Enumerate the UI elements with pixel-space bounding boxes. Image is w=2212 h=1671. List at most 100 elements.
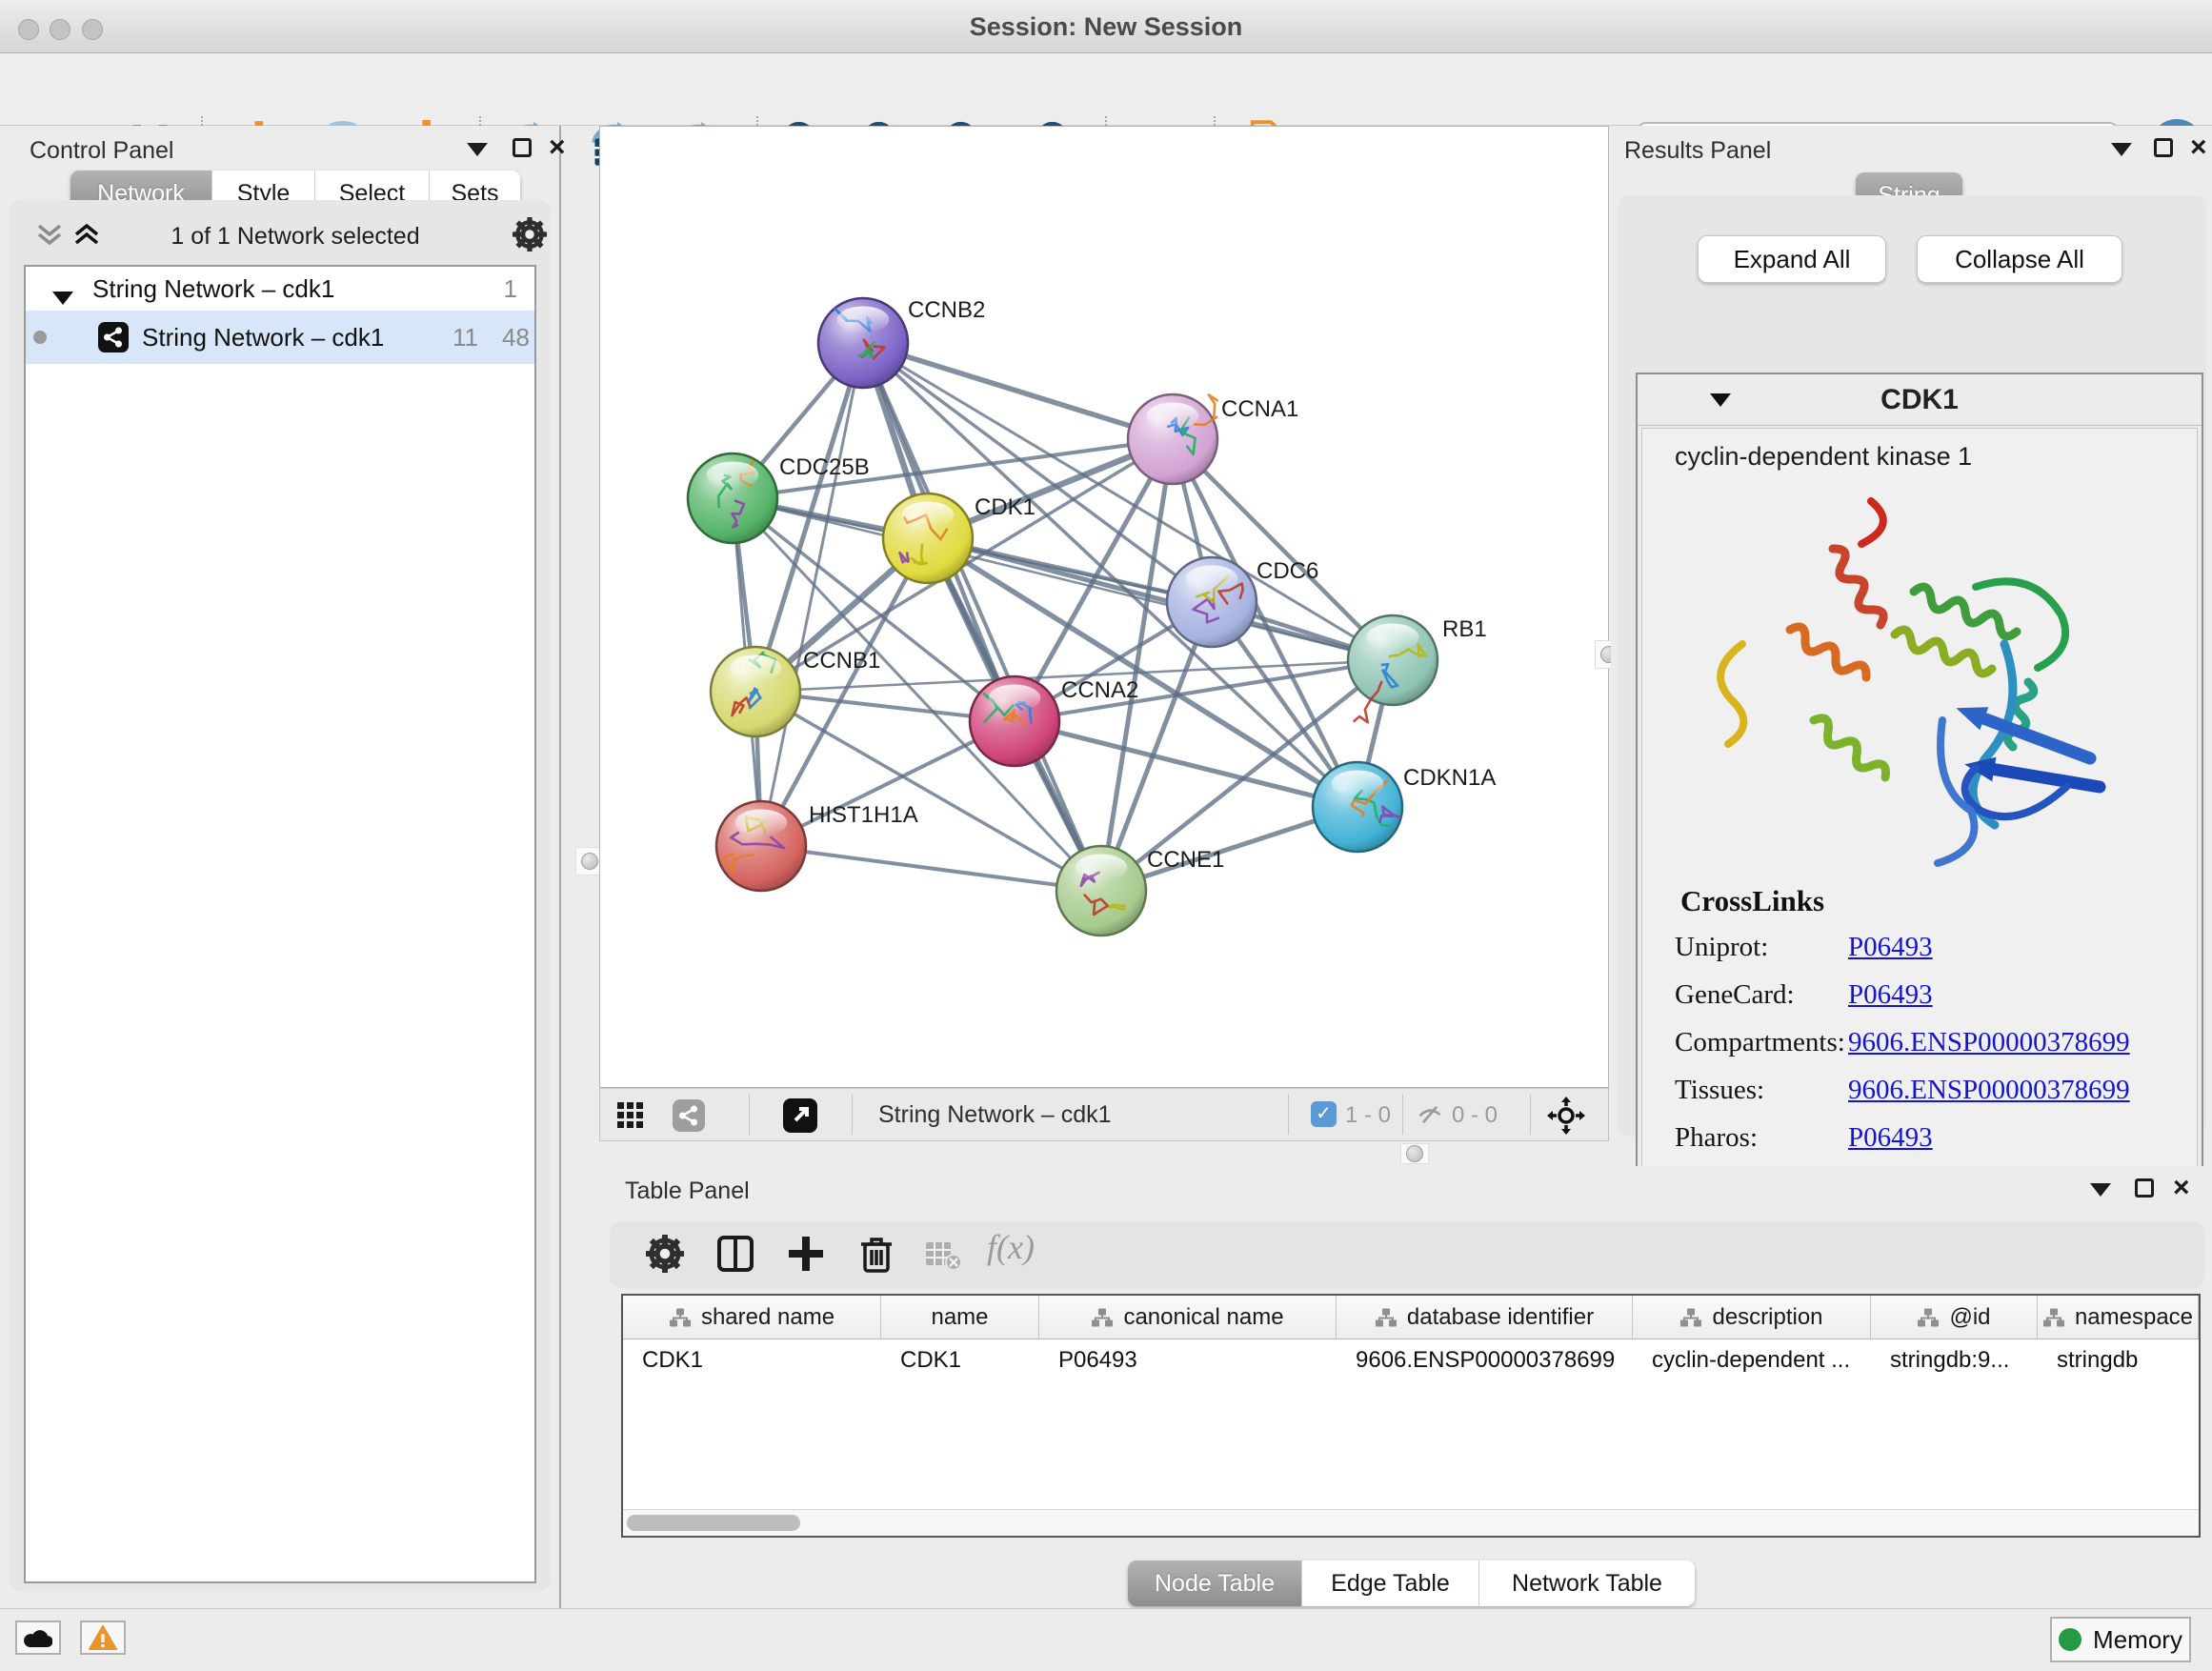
column-header-shared-name[interactable]: shared name bbox=[623, 1296, 881, 1339]
column-header-canonical-name[interactable]: canonical name bbox=[1039, 1296, 1337, 1339]
selected-nodes-checkbox-icon[interactable]: ✓ bbox=[1311, 1101, 1337, 1127]
tab-node-table[interactable]: Node Table bbox=[1128, 1560, 1302, 1606]
node-label-CDK1: CDK1 bbox=[975, 494, 1036, 520]
table-toolbar: f(x) bbox=[610, 1221, 2204, 1288]
crosslink-label: Uniprot: bbox=[1675, 932, 1768, 963]
column-header-namespace[interactable]: namespace bbox=[2038, 1296, 2199, 1339]
expand-all-chevron-icon[interactable] bbox=[72, 223, 101, 248]
network-view[interactable]: CCNB2CCNA1CDC25BCDK1CDC6RB1CCNB1CCNA2CDK… bbox=[599, 126, 1609, 1088]
gene-details-card: CDK1 cyclin-dependent kinase 1 CrossLink… bbox=[1636, 372, 2203, 1194]
column-header--id[interactable]: @id bbox=[1871, 1296, 2038, 1339]
delete-column-trash-icon[interactable] bbox=[857, 1235, 895, 1273]
collapse-all-chevron-icon[interactable] bbox=[35, 223, 64, 248]
edge-CCNB2-HIST1H1A[interactable] bbox=[761, 343, 863, 846]
table-cell-canonical-name[interactable]: P06493 bbox=[1039, 1339, 1337, 1381]
network-selected-header: 1 of 1 Network selected bbox=[114, 223, 476, 251]
add-column-icon[interactable] bbox=[787, 1235, 825, 1273]
collapse-all-button[interactable]: Collapse All bbox=[1917, 235, 2122, 283]
column-header-description[interactable]: description bbox=[1633, 1296, 1871, 1339]
protein-structure-image bbox=[1690, 482, 2138, 873]
edge-CCNB2-CCNA1[interactable] bbox=[863, 343, 1173, 439]
status-bar: Memory bbox=[0, 1608, 2212, 1671]
table-options-gear-icon[interactable] bbox=[646, 1235, 684, 1273]
warning-status-button[interactable] bbox=[80, 1621, 126, 1655]
control-panel-float-button[interactable] bbox=[467, 143, 488, 161]
cloud-icon bbox=[24, 1627, 52, 1648]
network-collection-row[interactable]: String Network – cdk1 1 bbox=[26, 267, 534, 311]
expand-all-button[interactable]: Expand All bbox=[1698, 235, 1886, 283]
node-label-CDC25B: CDC25B bbox=[779, 454, 870, 480]
results-panel-float-button[interactable] bbox=[2111, 143, 2132, 161]
crosslink-link-pharos-[interactable]: P06493 bbox=[1848, 1122, 1933, 1154]
column-type-icon bbox=[669, 1307, 692, 1328]
window-title: Session: New Session bbox=[0, 0, 2212, 53]
column-header-database-identifier[interactable]: database identifier bbox=[1337, 1296, 1633, 1339]
crosslink-label: Tissues: bbox=[1675, 1075, 1764, 1106]
table-cell--id[interactable]: stringdb:9... bbox=[1871, 1339, 2038, 1381]
results-panel: Results Panel × String Expand All Collap… bbox=[1611, 126, 2212, 1166]
edge-HIST1H1A-CCNE1[interactable] bbox=[761, 846, 1101, 891]
table-cell-description[interactable]: cyclin-dependent ... bbox=[1633, 1339, 1871, 1381]
hidden-items-eye-slash-icon[interactable] bbox=[1416, 1101, 1444, 1128]
table-cell-name[interactable]: CDK1 bbox=[881, 1339, 1039, 1381]
network-options-gear-icon[interactable] bbox=[513, 217, 547, 252]
crosslink-row-compartments-: Compartments:9606.ENSP00000378699 bbox=[1642, 1027, 2199, 1075]
crosslink-link-uniprot-[interactable]: P06493 bbox=[1848, 932, 1933, 963]
crosslink-label: Compartments: bbox=[1675, 1027, 1845, 1058]
results-panel-title: Results Panel bbox=[1624, 137, 1771, 165]
crosslink-row-tissues-: Tissues: 9606.ENSP00000378699 bbox=[1642, 1075, 2199, 1122]
table-panel-float-button[interactable] bbox=[2090, 1183, 2111, 1201]
node-CCNA1[interactable]: CCNA1 bbox=[1128, 394, 1298, 484]
gene-header[interactable]: CDK1 bbox=[1638, 374, 2202, 426]
delete-table-icon[interactable] bbox=[924, 1235, 962, 1273]
table-horizontal-scrollbar[interactable] bbox=[623, 1509, 2199, 1536]
crosslink-link-tissues-[interactable]: 9606.ENSP00000378699 bbox=[1848, 1075, 2130, 1106]
string-app-icon bbox=[98, 322, 129, 352]
table-cell-shared-name[interactable]: CDK1 bbox=[623, 1339, 881, 1381]
crosslink-row-genecard-: GeneCard:P06493 bbox=[1642, 979, 2199, 1027]
tab-edge-table[interactable]: Edge Table bbox=[1302, 1560, 1479, 1606]
memory-button[interactable]: Memory bbox=[2050, 1617, 2191, 1662]
results-panel-maximize-button[interactable] bbox=[2154, 138, 2173, 162]
table-cell-namespace[interactable]: stringdb bbox=[2038, 1339, 2199, 1381]
table-tabs: Node TableEdge TableNetwork Table bbox=[1128, 1560, 1695, 1606]
collection-expander-icon[interactable] bbox=[52, 282, 73, 312]
column-type-icon bbox=[1375, 1307, 1398, 1328]
node-RB1[interactable]: RB1 bbox=[1348, 615, 1487, 722]
gene-description: cyclin-dependent kinase 1 bbox=[1675, 442, 1972, 472]
control-panel-maximize-button[interactable] bbox=[513, 138, 532, 162]
network-overview-icon[interactable] bbox=[673, 1099, 705, 1132]
table-cell-database-identifier[interactable]: 9606.ENSP00000378699 bbox=[1337, 1339, 1633, 1381]
node-CDK1[interactable]: CDK1 bbox=[883, 493, 1036, 583]
node-label-CCNA2: CCNA2 bbox=[1061, 677, 1138, 703]
table-panel-close-button[interactable]: × bbox=[2173, 1178, 2190, 1198]
node-CCNB1[interactable]: CCNB1 bbox=[711, 647, 880, 736]
table-panel-maximize-button[interactable] bbox=[2135, 1178, 2154, 1202]
control-panel: Control Panel × NetworkStyleSelectSets 1… bbox=[0, 126, 561, 1608]
cloud-status-button[interactable] bbox=[15, 1621, 61, 1655]
node-CDC25B[interactable]: CDC25B bbox=[688, 453, 870, 543]
network-view-toolbar: String Network – cdk1 ✓ 1 - 0 0 - 0 bbox=[599, 1088, 1609, 1141]
table-panel-title: Table Panel bbox=[625, 1178, 750, 1205]
function-builder-icon[interactable]: f(x) bbox=[987, 1227, 1035, 1267]
left-splitter-knob-icon bbox=[581, 853, 598, 870]
show-columns-icon[interactable] bbox=[716, 1235, 754, 1273]
table-header-row: shared namenamecanonical namedatabase id… bbox=[623, 1296, 2199, 1339]
node-CDKN1A[interactable]: CDKN1A bbox=[1313, 762, 1496, 852]
current-network-bullet-icon bbox=[33, 331, 47, 344]
control-panel-close-button[interactable]: × bbox=[549, 138, 566, 157]
results-panel-close-button[interactable]: × bbox=[2190, 138, 2207, 157]
node-CCNA2[interactable]: CCNA2 bbox=[970, 676, 1138, 766]
birds-eye-crosshair-icon[interactable] bbox=[1547, 1097, 1585, 1135]
crosslink-link-genecard-[interactable]: P06493 bbox=[1848, 979, 1933, 1011]
column-header-name[interactable]: name bbox=[881, 1296, 1039, 1339]
tab-network-table[interactable]: Network Table bbox=[1479, 1560, 1695, 1606]
grid-view-icon[interactable] bbox=[617, 1102, 644, 1129]
warning-icon bbox=[89, 1625, 117, 1651]
detach-view-icon[interactable] bbox=[783, 1098, 817, 1133]
node-HIST1H1A[interactable]: HIST1H1A bbox=[716, 801, 918, 891]
crosslink-link-compartments-[interactable]: 9606.ENSP00000378699 bbox=[1848, 1027, 2130, 1058]
edge-CDK1-RB1[interactable] bbox=[928, 538, 1393, 660]
network-row-selected[interactable]: String Network – cdk1 11 48 bbox=[26, 311, 534, 364]
table-row[interactable]: CDK1CDK1P064939606.ENSP00000378699cyclin… bbox=[623, 1339, 2199, 1381]
